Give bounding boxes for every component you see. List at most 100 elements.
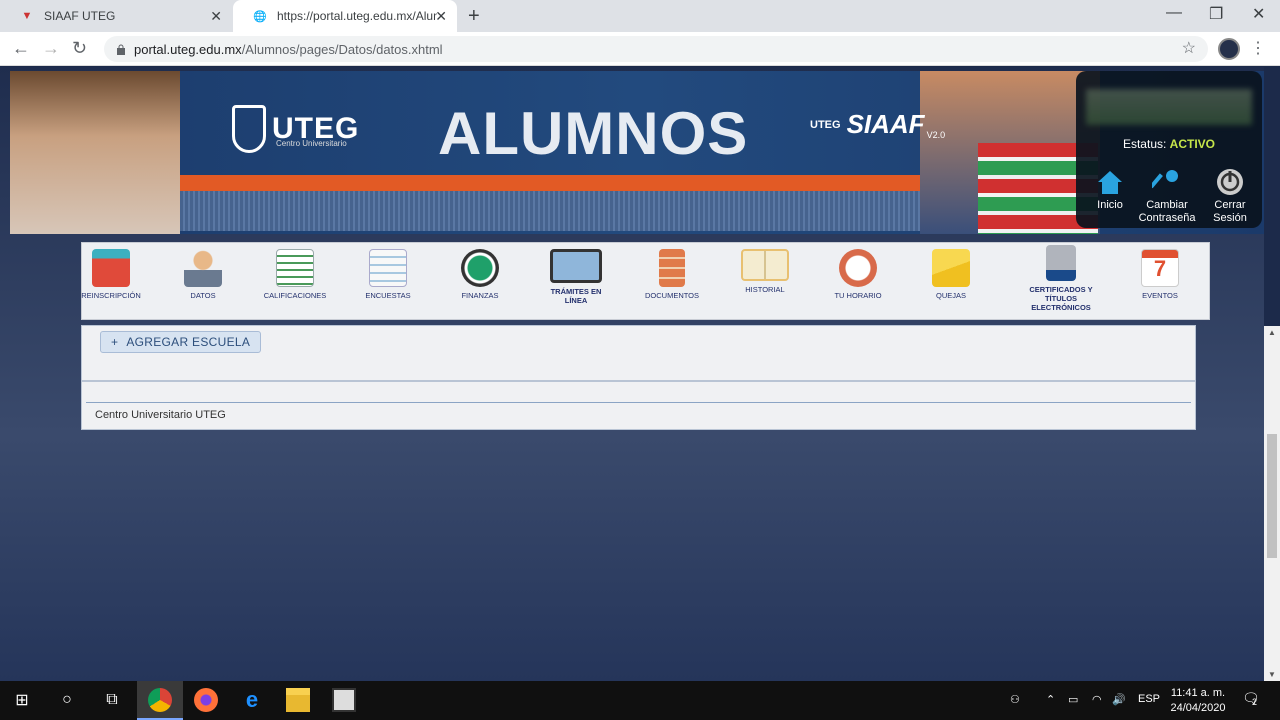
address-toolbar: ← → ↻ portal.uteg.edu.mx/Alumnos/pages/D…: [0, 32, 1280, 66]
close-icon[interactable]: ✕: [435, 8, 447, 25]
money-icon: [461, 249, 499, 287]
clock-time: 11:41 a. m.: [1170, 687, 1226, 699]
back-icon[interactable]: ←: [12, 38, 30, 59]
add-school-label: AGREGAR ESCUELA: [126, 335, 251, 349]
uteg-subtitle: Centro Universitario: [276, 139, 347, 148]
menu-label: DOCUMENTOS: [644, 291, 700, 300]
page-scrollbar[interactable]: ▲ ▼: [1264, 326, 1280, 681]
firefox-icon[interactable]: [194, 688, 218, 712]
plus-icon: +: [111, 335, 119, 349]
main-menu: REINSCRIPCIÓN DATOS CALIFICACIONES ENCUE…: [81, 242, 1210, 320]
institution-panel: Centro Universitario UTEG: [81, 381, 1196, 430]
laptop-icon: [550, 249, 602, 283]
menu-finanzas[interactable]: FINANZAS: [444, 249, 516, 300]
windows-taskbar: ⊞ ○ ⧉ e ⚇ ⌃ ▭ ◠ 🔊 ESP 11:41 a. m. 24/04/…: [0, 681, 1280, 720]
logout-button[interactable]: Cerrar Sesión: [1204, 167, 1256, 225]
file-explorer-icon[interactable]: [286, 688, 310, 712]
calendar-icon: 7: [1141, 249, 1179, 287]
reload-icon[interactable]: ↻: [72, 38, 87, 59]
internet-explorer-icon[interactable]: e: [240, 687, 264, 712]
add-school-button[interactable]: + AGREGAR ESCUELA: [100, 331, 262, 353]
menu-label: REINSCRIPCIÓN: [81, 291, 141, 300]
menu-quejas[interactable]: QUEJAS: [915, 249, 987, 300]
menu-eventos[interactable]: 7 EVENTOS: [1124, 249, 1196, 300]
volume-icon[interactable]: 🔊: [1112, 693, 1126, 706]
status-label: Estatus:: [1122, 137, 1167, 151]
tab-title: https://portal.uteg.edu.mx/Alumnos/pages…: [277, 9, 437, 23]
menu-reinscripcion[interactable]: REINSCRIPCIÓN: [75, 249, 147, 300]
url-host: portal.uteg.edu.mx: [134, 41, 242, 57]
calendar-day: 7: [1153, 255, 1167, 281]
close-icon[interactable]: ✕: [210, 8, 222, 25]
minimize-icon[interactable]: —: [1166, 4, 1182, 22]
tab-title: SIAAF UTEG: [44, 9, 116, 23]
windows-start-icon[interactable]: ⊞: [10, 688, 34, 712]
siaaf-prefix: UTEG: [810, 118, 841, 131]
scroll-up-icon[interactable]: ▲: [1268, 328, 1276, 337]
app-window-icon[interactable]: [332, 688, 356, 712]
briefcase-icon: [92, 249, 130, 287]
logout-label: Cerrar Sesión: [1213, 199, 1247, 224]
power-icon: [1217, 169, 1243, 195]
wifi-icon[interactable]: ◠: [1092, 693, 1102, 706]
chevron-up-icon[interactable]: ⌃: [1046, 693, 1055, 706]
forward-icon[interactable]: →: [42, 38, 60, 59]
battery-icon[interactable]: ▭: [1068, 693, 1078, 706]
restore-icon[interactable]: ❐: [1209, 4, 1223, 24]
menu-datos[interactable]: DATOS: [167, 249, 239, 300]
blurred-user-name: [1086, 89, 1252, 125]
url-path: /Alumnos/pages/Datos/datos.xhtml: [241, 41, 443, 57]
globe-icon: 🌐: [253, 10, 267, 23]
address-bar[interactable]: portal.uteg.edu.mx/Alumnos/pages/Datos/d…: [104, 36, 1208, 62]
student-photo-left: [10, 71, 180, 234]
menu-horario[interactable]: TU HORARIO: [822, 249, 894, 300]
institution-name: Centro Universitario UTEG: [95, 409, 226, 421]
notifications-icon[interactable]: 🗨: [1242, 690, 1260, 707]
profile-avatar[interactable]: [1218, 38, 1240, 60]
page-title: ALUMNOS: [438, 100, 749, 167]
new-tab-icon[interactable]: +: [468, 5, 480, 28]
shield-logo-icon: [232, 105, 266, 153]
alarm-clock-icon: [839, 249, 877, 287]
menu-certificados[interactable]: CERTIFICADOS Y TÍTULOS ELECTRÓNICOS: [1024, 245, 1098, 312]
bookmark-star-icon[interactable]: ☆: [1182, 38, 1196, 58]
inicio-button[interactable]: Inicio: [1090, 167, 1130, 212]
menu-label: FINANZAS: [461, 291, 499, 300]
schools-panel: + AGREGAR ESCUELA: [81, 325, 1196, 381]
menu-historial[interactable]: HISTORIAL: [729, 249, 801, 294]
menu-encuestas[interactable]: ENCUESTAS: [352, 249, 424, 300]
menu-kebab-icon[interactable]: ⋮: [1250, 38, 1266, 58]
menu-label: CALIFICACIONES: [263, 291, 327, 300]
notifications-count: 2: [1252, 697, 1258, 707]
uteg-logo: UTEG Centro Universitario: [232, 105, 359, 153]
siaaf-version: V2.0: [926, 130, 946, 140]
grades-icon: [276, 249, 314, 287]
change-password-button[interactable]: Cambiar Contraseña: [1134, 167, 1200, 225]
people-icon[interactable]: ⚇: [1010, 693, 1020, 706]
scroll-thumb[interactable]: [1267, 434, 1277, 558]
menu-label: ENCUESTAS: [365, 291, 411, 300]
page-body: UTEG Centro Universitario ALUMNOS UTEG S…: [0, 67, 1264, 681]
search-circle-icon[interactable]: ○: [55, 688, 79, 712]
tab-portal[interactable]: 🌐 https://portal.uteg.edu.mx/Alumnos/pag…: [233, 0, 457, 32]
download-doc-icon: [1046, 245, 1076, 281]
chrome-icon[interactable]: [148, 688, 172, 712]
change-password-label: Cambiar Contraseña: [1138, 199, 1196, 224]
menu-tramites[interactable]: TRÁMITES EN LÍNEA: [540, 249, 612, 305]
tab-strip: ▼ SIAAF UTEG ✕ 🌐 https://portal.uteg.edu…: [0, 0, 1280, 32]
lock-icon: [117, 44, 125, 55]
menu-label: CERTIFICADOS Y TÍTULOS ELECTRÓNICOS: [1029, 285, 1093, 312]
window-close-icon[interactable]: ✕: [1252, 4, 1265, 24]
system-clock[interactable]: 11:41 a. m. 24/04/2020: [1166, 686, 1230, 716]
menu-documentos[interactable]: DOCUMENTOS: [636, 249, 708, 300]
banner-lines: [180, 191, 1000, 231]
task-view-icon[interactable]: ⧉: [100, 688, 124, 712]
language-indicator[interactable]: ESP: [1138, 693, 1160, 705]
clock-date: 24/04/2020: [1170, 702, 1226, 714]
scroll-down-icon[interactable]: ▼: [1268, 670, 1276, 679]
status-line: Estatus: ACTIVO: [1076, 137, 1262, 151]
menu-label: TRÁMITES EN LÍNEA: [550, 287, 602, 305]
menu-calificaciones[interactable]: CALIFICACIONES: [259, 249, 331, 300]
menu-label: QUEJAS: [935, 291, 966, 300]
tab-siaaf[interactable]: ▼ SIAAF UTEG ✕: [0, 0, 232, 32]
